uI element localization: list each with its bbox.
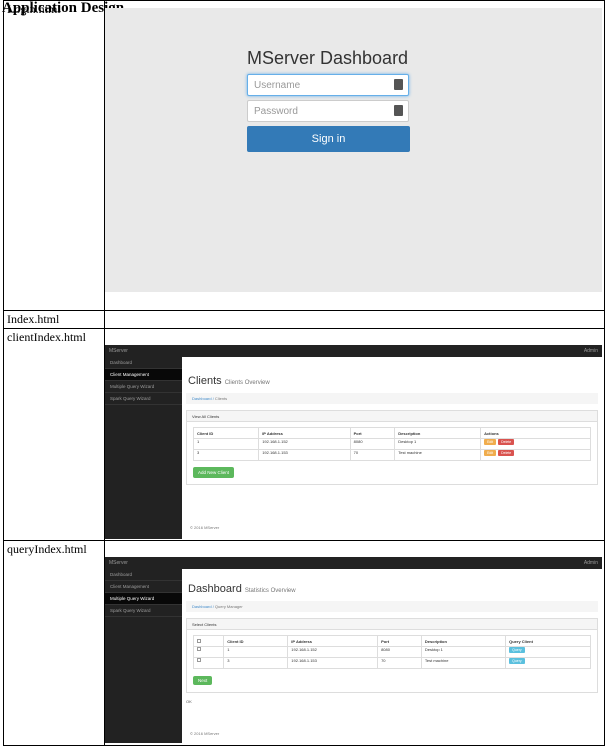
ok-text: OK bbox=[186, 699, 192, 704]
client-screenshot: MServer Admin Dashboard Client Management… bbox=[105, 345, 602, 539]
delete-button[interactable]: Delete bbox=[498, 450, 515, 456]
label-query: queryIndex.html bbox=[3, 540, 105, 746]
clients-panel: View All Clients Client ID IP Address Port… bbox=[186, 410, 598, 485]
topbar: MServer Admin bbox=[105, 557, 602, 569]
topbar: MServer Admin bbox=[105, 345, 602, 357]
breadcrumb: Dashboard / Query Manager bbox=[186, 601, 598, 612]
table-row: 3 192.168.1.153 70 Test machine Edit Delete bbox=[192, 449, 591, 461]
nav-dashboard[interactable]: Dashboard bbox=[105, 357, 182, 369]
nav-spark-query[interactable]: Spark Query Wizard bbox=[105, 605, 182, 617]
design-table: Login.html MServer Dashboard Username Pa… bbox=[3, 0, 605, 746]
nav-spark-query[interactable]: Spark Query Wizard bbox=[105, 393, 182, 405]
label-login: Login.html bbox=[3, 0, 105, 311]
nav-multiple-query[interactable]: Multiple Query Wizard bbox=[105, 593, 182, 605]
select-all-checkbox[interactable] bbox=[197, 638, 201, 643]
query-table: Client ID IP Address Port Description Query … bbox=[192, 635, 591, 669]
login-title: MServer Dashboard bbox=[247, 48, 409, 68]
select-clients-panel: Select Clients Client ID IP Address Port De… bbox=[186, 618, 598, 693]
password-input[interactable]: Password bbox=[247, 100, 409, 122]
page-title: Clients Clients Overview bbox=[188, 375, 270, 387]
edit-button[interactable]: Edit bbox=[484, 450, 497, 456]
row-checkbox[interactable] bbox=[197, 658, 201, 662]
query-screenshot: MServer Admin Dashboard Client Management… bbox=[105, 557, 602, 743]
next-button[interactable]: Next bbox=[193, 676, 213, 685]
login-screenshot: MServer Dashboard Username Password Sign… bbox=[105, 8, 602, 292]
footer: © 2016 MServer bbox=[190, 525, 220, 530]
query-button[interactable]: Query bbox=[509, 658, 525, 664]
signin-button[interactable]: Sign in bbox=[247, 126, 410, 152]
add-client-button[interactable]: Add New Client bbox=[193, 467, 235, 478]
nav-client-management[interactable]: Client Management bbox=[105, 369, 182, 381]
nav-multiple-query[interactable]: Multiple Query Wizard bbox=[105, 381, 182, 393]
row-checkbox[interactable] bbox=[197, 647, 201, 651]
query-main: Dashboard Statistics Overview Dashboard … bbox=[182, 569, 602, 743]
username-input[interactable]: Username bbox=[247, 74, 409, 96]
sidebar: Dashboard Client Management Multiple Que… bbox=[105, 569, 182, 743]
footer: © 2016 MServer bbox=[190, 731, 220, 736]
client-main: Clients Clients Overview Dashboard / Cli… bbox=[182, 357, 602, 539]
table-row: 1 192.168.1.152 8080 Desktop 1 Query bbox=[192, 646, 591, 658]
label-client: clientIndex.html bbox=[3, 328, 105, 541]
table-row: 1 192.168.1.152 8080 Desktop 1 Edit Delete bbox=[192, 438, 591, 450]
edit-button[interactable]: Edit bbox=[484, 439, 497, 445]
nav-client-management[interactable]: Client Management bbox=[105, 581, 182, 593]
sidebar: Dashboard Client Management Multiple Que… bbox=[105, 357, 182, 539]
page-title: Dashboard Statistics Overview bbox=[188, 583, 296, 595]
query-button[interactable]: Query bbox=[509, 647, 525, 653]
breadcrumb: Dashboard / Clients bbox=[186, 393, 598, 404]
user-icon bbox=[394, 79, 403, 90]
table-row: 3 192.168.1.153 70 Test machine Query bbox=[192, 657, 591, 669]
delete-button[interactable]: Delete bbox=[498, 439, 515, 445]
clients-table: Client ID IP Address Port Description Action… bbox=[192, 427, 591, 461]
nav-dashboard[interactable]: Dashboard bbox=[105, 569, 182, 581]
lock-icon bbox=[394, 105, 403, 116]
label-index: Index.html bbox=[3, 310, 105, 329]
